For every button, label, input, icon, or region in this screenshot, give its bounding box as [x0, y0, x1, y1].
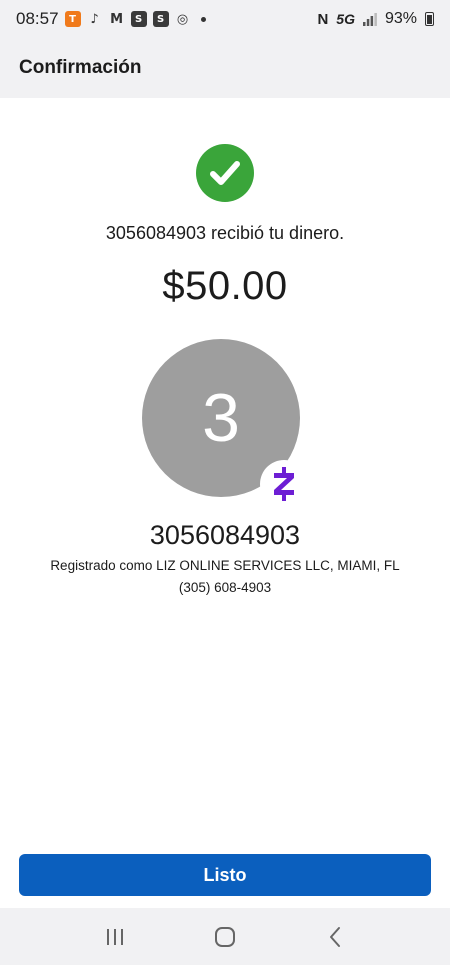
checkmark-icon — [210, 161, 240, 185]
home-button[interactable] — [203, 915, 247, 959]
status-right: N 5G 93% — [317, 10, 434, 28]
back-button[interactable] — [313, 915, 357, 959]
battery-level: 93% — [384, 10, 417, 27]
s-app-icon: S — [152, 11, 169, 27]
recent-apps-icon — [107, 928, 123, 945]
page-title: Confirmación — [19, 57, 142, 78]
zelle-icon — [274, 467, 294, 501]
registered-as: Registrado como LIZ ONLINE SERVICES LLC,… — [50, 558, 400, 573]
network-type: 5G — [336, 11, 355, 27]
more-notifications-dot — [200, 16, 206, 22]
zelle-badge — [260, 460, 308, 508]
s-app-icon: S — [130, 11, 147, 27]
chrome-icon: ◎ — [176, 11, 189, 27]
recipient-name: 3056084903 — [149, 520, 301, 550]
done-button[interactable]: Listo — [19, 854, 431, 896]
confirmation-message: 3056084903 recibió tu dinero. — [105, 223, 345, 243]
status-bar: 08:57 T ♪ M S S ◎ N 5G 93% — [0, 0, 450, 38]
status-time: 08:57 — [16, 9, 59, 28]
navigation-bar — [0, 908, 450, 965]
temu-icon: T — [64, 11, 81, 27]
recipient-phone: (305) 608-4903 — [178, 580, 272, 595]
gmail-icon: M — [110, 11, 124, 27]
signal-icon — [362, 12, 377, 26]
app-header: Confirmación — [0, 38, 450, 98]
status-left: 08:57 T ♪ M S S ◎ — [16, 9, 206, 29]
recent-apps-button[interactable] — [93, 915, 137, 959]
back-icon — [330, 926, 340, 947]
tiktok-icon: ♪ — [90, 11, 99, 27]
home-icon — [215, 926, 235, 947]
battery-icon — [425, 12, 434, 26]
success-check-icon — [196, 144, 254, 202]
nfc-icon: N — [317, 10, 329, 28]
avatar-initial: 3 — [202, 380, 240, 456]
amount-sent: $50.00 — [162, 264, 288, 308]
